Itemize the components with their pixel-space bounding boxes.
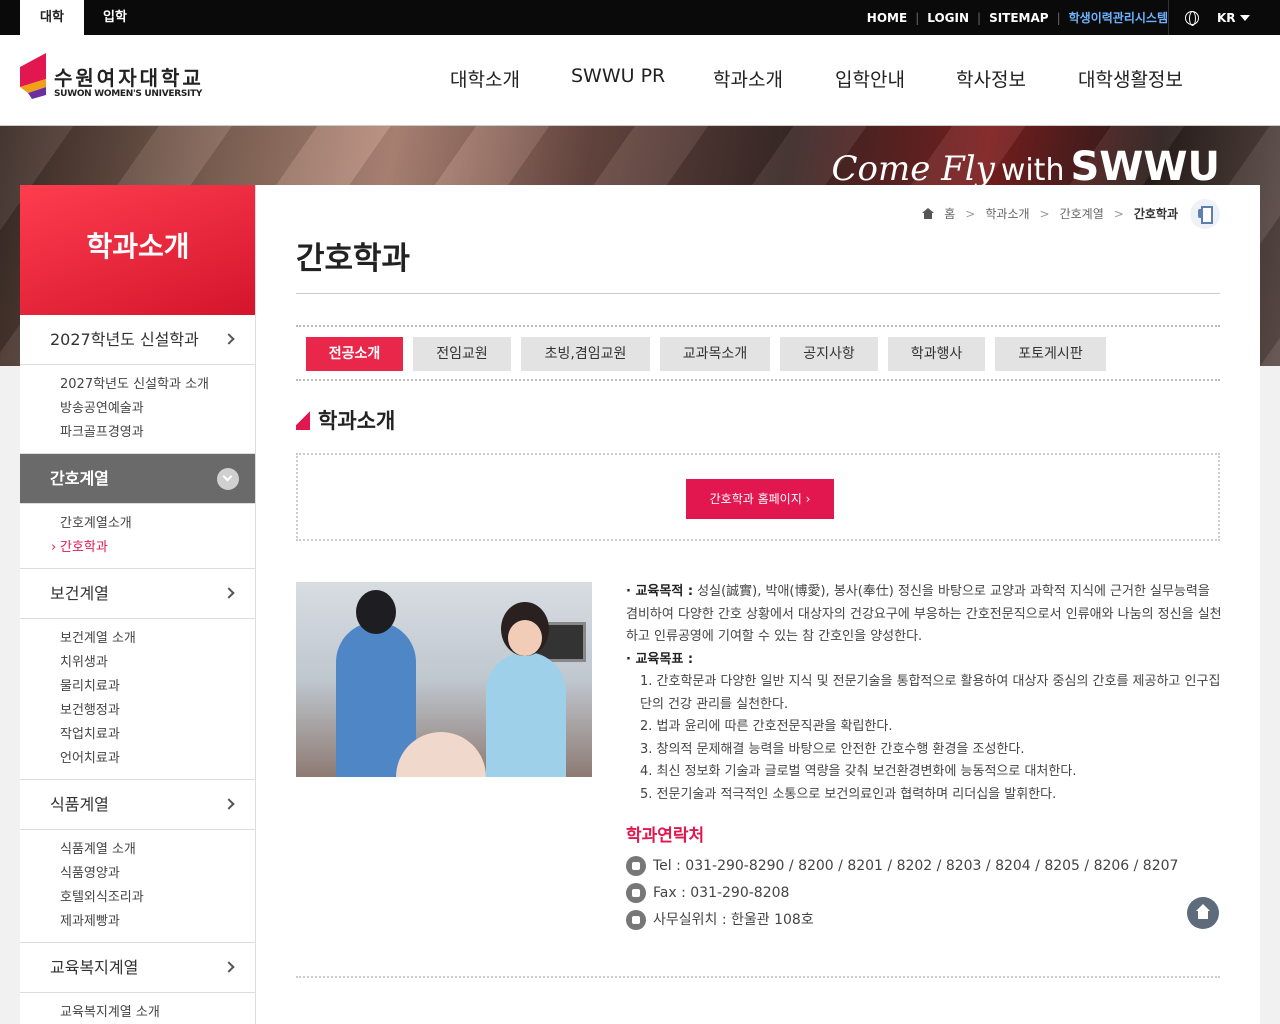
side-item[interactable]: 치위생과 [60,651,255,675]
breadcrumb-item[interactable]: 간호계열 [1060,205,1104,222]
slogan-with: with [1000,153,1065,188]
breadcrumb: 홈 > 학과소개 > 간호계열 > 간호학과 [922,205,1178,222]
target-label: · 교육목표 : [626,651,694,667]
tab-major-intro[interactable]: 전공소개 [306,337,403,371]
login-link[interactable]: LOGIN [927,11,969,25]
home-floating-icon[interactable] [1187,897,1219,929]
side-item[interactable]: 호텔외식조리과 [60,886,255,910]
side-item[interactable]: 보건계열 소개 [60,627,255,651]
section-heading: 학과소개 [296,405,395,435]
phone-icon [626,856,646,876]
chevron-down-icon [217,468,239,490]
goal-label: · 교육목적 : [626,584,694,599]
tab-notices[interactable]: 공지사항 [780,337,878,371]
contact-title: 학과연락처 [626,826,705,846]
side-submenu: 보건계열 소개 치위생과 물리치료과 보건행정과 작업치료과 언어치료과 [20,619,255,780]
side-group-new-dept[interactable]: 2027학년도 신설학과 [20,315,255,365]
slogan-brand: SWWU [1070,144,1220,190]
side-item[interactable]: 파크골프경영과 [60,421,255,445]
tab-faculty[interactable]: 전임교원 [413,337,511,371]
site-header: 수원여자대학교 SUWON WOMEN'S UNIVERSITY 대학소개 SW… [0,35,1280,126]
page-title: 간호학과 [296,241,411,277]
logo-mark-icon [20,53,46,99]
side-group-education[interactable]: 교육복지계열 [20,943,255,993]
side-group-nursing[interactable]: 간호계열 [20,454,255,504]
tab-courses[interactable]: 교과목소개 [660,337,770,371]
university-logo[interactable]: 수원여자대학교 SUWON WOMEN'S UNIVERSITY [20,53,210,108]
side-submenu: 2027학년도 신설학과 소개 방송공연예술과 파크골프경영과 [20,365,255,454]
fax-icon [626,883,646,903]
globe-icon [1185,10,1199,26]
nav-about[interactable]: 대학소개 [450,65,520,92]
section-mark-icon [296,410,310,430]
target-item: 4. 최신 정보화 기술과 글로벌 역량을 갖춰 보건환경변화에 능동적으로 대… [640,764,1077,779]
print-icon[interactable] [1190,199,1220,229]
education-description: · 교육목적 : 성실(誠實), 박애(博愛), 봉사(奉仕) 정신을 바탕으로… [626,581,1222,806]
contact-office: 사무실위치 : 한울관 108호 [626,908,814,932]
side-group-food[interactable]: 식품계열 [20,780,255,830]
chevron-right-icon [223,333,235,345]
department-homepage-button[interactable]: 간호학과 홈페이지 › [686,479,834,519]
breadcrumb-home[interactable]: 홈 [944,205,955,222]
caret-down-icon [1239,14,1250,21]
chevron-right-icon [223,798,235,810]
main-content: 홈 > 학과소개 > 간호계열 > 간호학과 간호학과 전공소개 전임교원 초빙… [256,185,1260,1024]
home-link[interactable]: HOME [867,11,907,25]
side-item[interactable]: 식품계열 소개 [60,838,255,862]
side-item[interactable]: 작업치료과 [60,723,255,747]
side-item[interactable]: 방송공연예술과 [60,397,255,421]
target-item: 1. 간호학문과 다양한 일반 지식 및 전문기술을 통합적으로 활용하여 대상… [640,674,1221,712]
side-submenu: 식품계열 소개 식품영양과 호텔외식조리과 제과제빵과 [20,830,255,943]
tab-university[interactable]: 대학 [20,0,84,35]
banner-slogan: Come Fly with SWWU [831,144,1220,190]
contact-fax: Fax : 031-290-8208 [626,881,789,905]
language-label: KR [1217,10,1236,25]
nav-admission[interactable]: 입학안내 [835,65,905,92]
chevron-right-icon [223,587,235,599]
side-item[interactable]: 교육복지계열 소개 [60,1001,255,1024]
nursing-students-photo [296,582,592,777]
tab-events[interactable]: 학과행사 [888,337,985,371]
side-item[interactable]: 식품영양과 [60,862,255,886]
tab-photo-board[interactable]: 포토게시판 [995,337,1106,371]
side-item-current[interactable]: 간호학과 [60,536,255,560]
homepage-box: 간호학과 홈페이지 › [296,453,1220,541]
nav-pr[interactable]: SWWU PR [571,65,665,87]
utility-links: HOME | LOGIN | SITEMAP | 학생이력관리시스템 [866,9,1168,26]
side-submenu: 간호계열소개 간호학과 [20,504,255,569]
logo-english-text: SUWON WOMEN'S UNIVERSITY [54,89,203,99]
side-item[interactable]: 제과제빵과 [60,910,255,934]
contact-tel: Tel : 031-290-8290 / 8200 / 8201 / 8202 … [626,854,1178,878]
department-tabs: 전공소개 전임교원 초빙,겸임교원 교과목소개 공지사항 학과행사 포토게시판 [296,325,1220,381]
side-menu-title: 학과소개 [20,185,255,315]
slogan-script: Come Fly [831,149,995,189]
side-item[interactable]: 언어치료과 [60,747,255,771]
nav-campus-life[interactable]: 대학생활정보 [1078,65,1183,92]
chevron-right-icon [223,961,235,973]
nav-departments[interactable]: 학과소개 [713,65,783,92]
target-item: 5. 전문기술과 적극적인 소통으로 보건의료인과 협력하며 리더십을 발휘한다… [640,786,1057,802]
goal-text: 성실(誠實), 박애(博愛), 봉사(奉仕) 정신을 바탕으로 교양과 과학적 … [626,584,1222,644]
side-item[interactable]: 물리치료과 [60,675,255,699]
location-pin-icon [626,910,646,930]
target-item: 2. 법과 윤리에 따른 간호전문직관을 확립한다. [640,719,893,734]
side-group-health[interactable]: 보건계열 [20,569,255,619]
side-menu: 학과소개 2027학년도 신설학과 2027학년도 신설학과 소개 방송공연예술… [20,185,256,1024]
top-bar: 대학 입학 HOME | LOGIN | SITEMAP | 학생이력관리시스템 KR [0,0,1280,35]
home-icon[interactable] [922,208,935,219]
logo-korean-text: 수원여자대학교 [54,66,204,90]
sitemap-link[interactable]: SITEMAP [989,11,1049,25]
side-item[interactable]: 간호계열소개 [60,512,255,536]
breadcrumb-item[interactable]: 학과소개 [985,205,1029,222]
side-submenu: 교육복지계열 소개 [20,993,255,1024]
language-selector[interactable]: KR [1168,0,1280,35]
student-record-link[interactable]: 학생이력관리시스템 [1069,9,1168,26]
tab-admission[interactable]: 입학 [84,0,146,35]
target-item: 3. 창의적 문제해결 능력을 바탕으로 안전한 간호수행 환경을 조성한다. [640,741,1025,757]
side-item[interactable]: 보건행정과 [60,699,255,723]
side-item[interactable]: 2027학년도 신설학과 소개 [60,373,255,397]
nav-academics[interactable]: 학사정보 [956,65,1026,92]
tab-adjunct-faculty[interactable]: 초빙,겸임교원 [521,337,650,371]
breadcrumb-current: 간호학과 [1133,207,1178,221]
